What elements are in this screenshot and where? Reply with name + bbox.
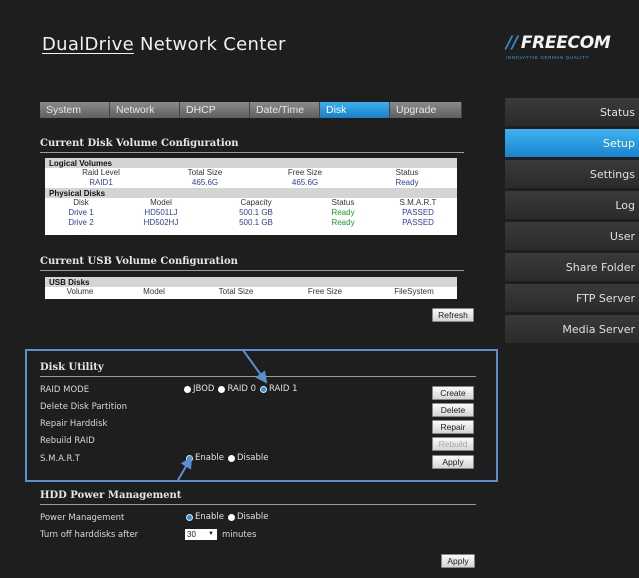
power-management-label: Power Management xyxy=(40,513,125,523)
sidebar-item-setup[interactable]: Setup xyxy=(505,129,639,157)
rebuild-button[interactable]: Rebuild xyxy=(432,437,474,451)
tab-disk[interactable]: Disk xyxy=(320,102,390,118)
power-enable-radio[interactable] xyxy=(186,513,193,521)
usb-disks-table: USB Disks Volume Model Total Size Free S… xyxy=(45,277,457,299)
physical-header-row: Disk Model Capacity Status S.M.A.R.T xyxy=(73,198,437,207)
usb-volume-title: Current USB Volume Configuration xyxy=(40,256,238,267)
tab-system[interactable]: System xyxy=(40,102,110,118)
page: DualDrive Network Center //FREECOM INNOV… xyxy=(0,0,639,578)
raid-mode-label: RAID MODE xyxy=(40,385,90,395)
tab-date-time[interactable]: Date/Time xyxy=(250,102,320,118)
usb-header-row: Volume Model Total Size Free Size FileSy… xyxy=(66,287,434,296)
chevron-down-icon: ▼ xyxy=(208,531,214,537)
create-button[interactable]: Create xyxy=(432,386,474,400)
raid-jbod-radio[interactable] xyxy=(184,385,191,393)
power-management-options: Enable Disable xyxy=(186,512,268,522)
delete-button[interactable]: Delete xyxy=(432,403,474,417)
sidebar-item-log[interactable]: Log xyxy=(505,191,639,219)
power-title: HDD Power Management xyxy=(40,490,182,501)
divider xyxy=(40,376,476,377)
refresh-button[interactable]: Refresh xyxy=(432,308,474,322)
usb-disks-header: USB Disks xyxy=(45,277,457,287)
sidebar: Status Setup Settings Log User Share Fol… xyxy=(505,98,639,346)
physical-disk-row: Drive 1 HD501LJ 500.1 GB Ready PASSED xyxy=(68,208,434,217)
tab-upgrade[interactable]: Upgrade xyxy=(390,102,462,118)
rebuild-raid-label: Rebuild RAID xyxy=(40,436,95,446)
tab-dhcp[interactable]: DHCP xyxy=(180,102,250,118)
smart-label: S.M.A.R.T xyxy=(40,454,80,464)
sidebar-item-share-folder[interactable]: Share Folder xyxy=(505,253,639,281)
power-apply-button[interactable]: Apply xyxy=(441,554,475,568)
repair-button[interactable]: Repair xyxy=(432,420,474,434)
raid-mode-options: JBOD RAID 0 RAID 1 xyxy=(184,384,298,394)
freecom-logo: //FREECOM INNOVATIVE GERMAN QUALITY xyxy=(506,33,611,60)
divider xyxy=(40,152,464,153)
tab-bar: System Network DHCP Date/Time Disk Upgra… xyxy=(40,102,462,118)
power-disable-radio[interactable] xyxy=(227,513,235,521)
logical-volume-row: RAID1 465.6G 465.6G Ready xyxy=(89,178,419,187)
divider xyxy=(40,504,476,505)
smart-options: Enable Disable xyxy=(186,453,268,463)
sidebar-item-status[interactable]: Status xyxy=(505,98,639,126)
disk-volume-table: Logical Volumes Raid Level Total Size Fr… xyxy=(45,158,457,235)
physical-disks-header: Physical Disks xyxy=(45,188,457,198)
sidebar-item-settings[interactable]: Settings xyxy=(505,160,639,188)
delete-partition-label: Delete Disk Partition xyxy=(40,402,128,412)
logical-volumes-header: Logical Volumes xyxy=(45,158,457,168)
sidebar-item-ftp-server[interactable]: FTP Server xyxy=(505,284,639,312)
tab-network[interactable]: Network xyxy=(110,102,180,118)
logical-header-row: Raid Level Total Size Free Size Status xyxy=(82,168,419,177)
raid-0-radio[interactable] xyxy=(218,385,226,393)
sidebar-item-user[interactable]: User xyxy=(505,222,639,250)
physical-disk-row: Drive 2 HD502HJ 500.1 GB Ready PASSED xyxy=(68,218,434,227)
app-title: DualDrive Network Center xyxy=(42,34,286,55)
disk-volume-title: Current Disk Volume Configuration xyxy=(40,138,239,149)
minutes-label: minutes xyxy=(222,530,257,540)
sidebar-item-media-server[interactable]: Media Server xyxy=(505,315,639,343)
divider xyxy=(40,270,464,271)
raid-1-radio[interactable] xyxy=(259,385,267,393)
smart-enable-radio[interactable] xyxy=(186,454,193,462)
repair-harddisk-label: Repair Harddisk xyxy=(40,419,108,429)
smart-disable-radio[interactable] xyxy=(227,454,235,462)
turn-off-label: Turn off harddisks after xyxy=(40,530,139,540)
minutes-select[interactable]: 30 ▼ xyxy=(185,529,217,540)
disk-utility-title: Disk Utility xyxy=(40,362,104,373)
smart-apply-button[interactable]: Apply xyxy=(432,455,474,469)
